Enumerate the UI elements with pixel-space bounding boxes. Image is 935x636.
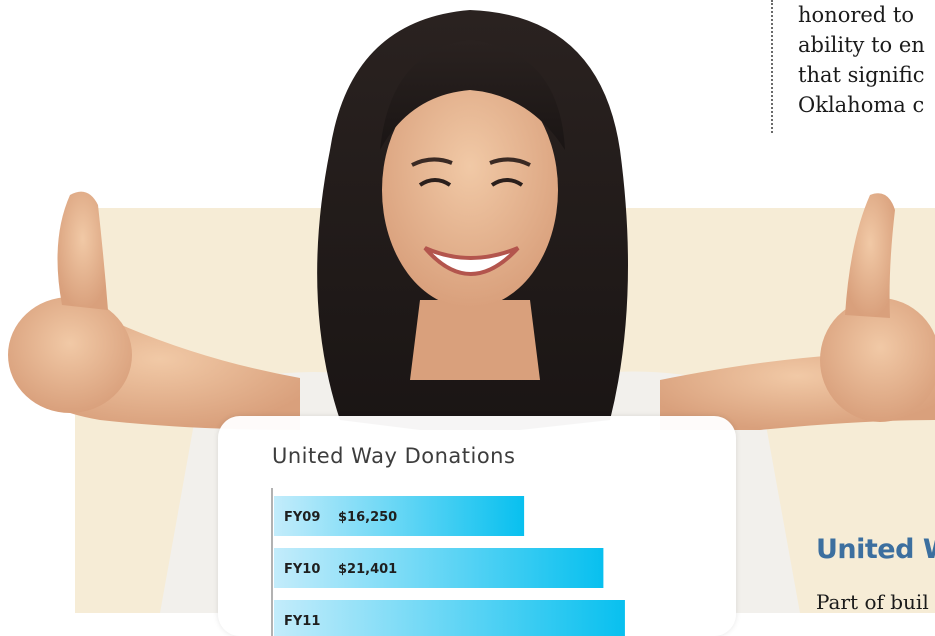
section-text: Part of buil	[816, 590, 929, 614]
bar-value-label: $21,401	[338, 562, 397, 577]
bar-category-label: FY11	[284, 614, 320, 629]
article-line: honored to	[798, 3, 915, 27]
bar-fy10	[274, 548, 604, 588]
bar-fy11	[274, 600, 625, 636]
bar-category-label: FY10	[284, 562, 320, 577]
donations-bar-chart: FY09 $16,250 FY10 $21,401 FY11	[271, 488, 625, 636]
donations-chart-card: United Way Donations FY09 $16,250 FY10 $21,…	[218, 416, 736, 636]
article-line: ability to en	[798, 33, 925, 57]
bar-value-label: $16,250	[338, 510, 397, 525]
article-body-text: honored to ability to en that signific O…	[798, 0, 935, 120]
column-divider	[771, 0, 773, 133]
bar-category-label: FY09	[284, 510, 320, 525]
section-heading: United W	[816, 534, 935, 565]
article-line: that signific	[798, 63, 925, 87]
article-line: Oklahoma c	[798, 93, 925, 117]
